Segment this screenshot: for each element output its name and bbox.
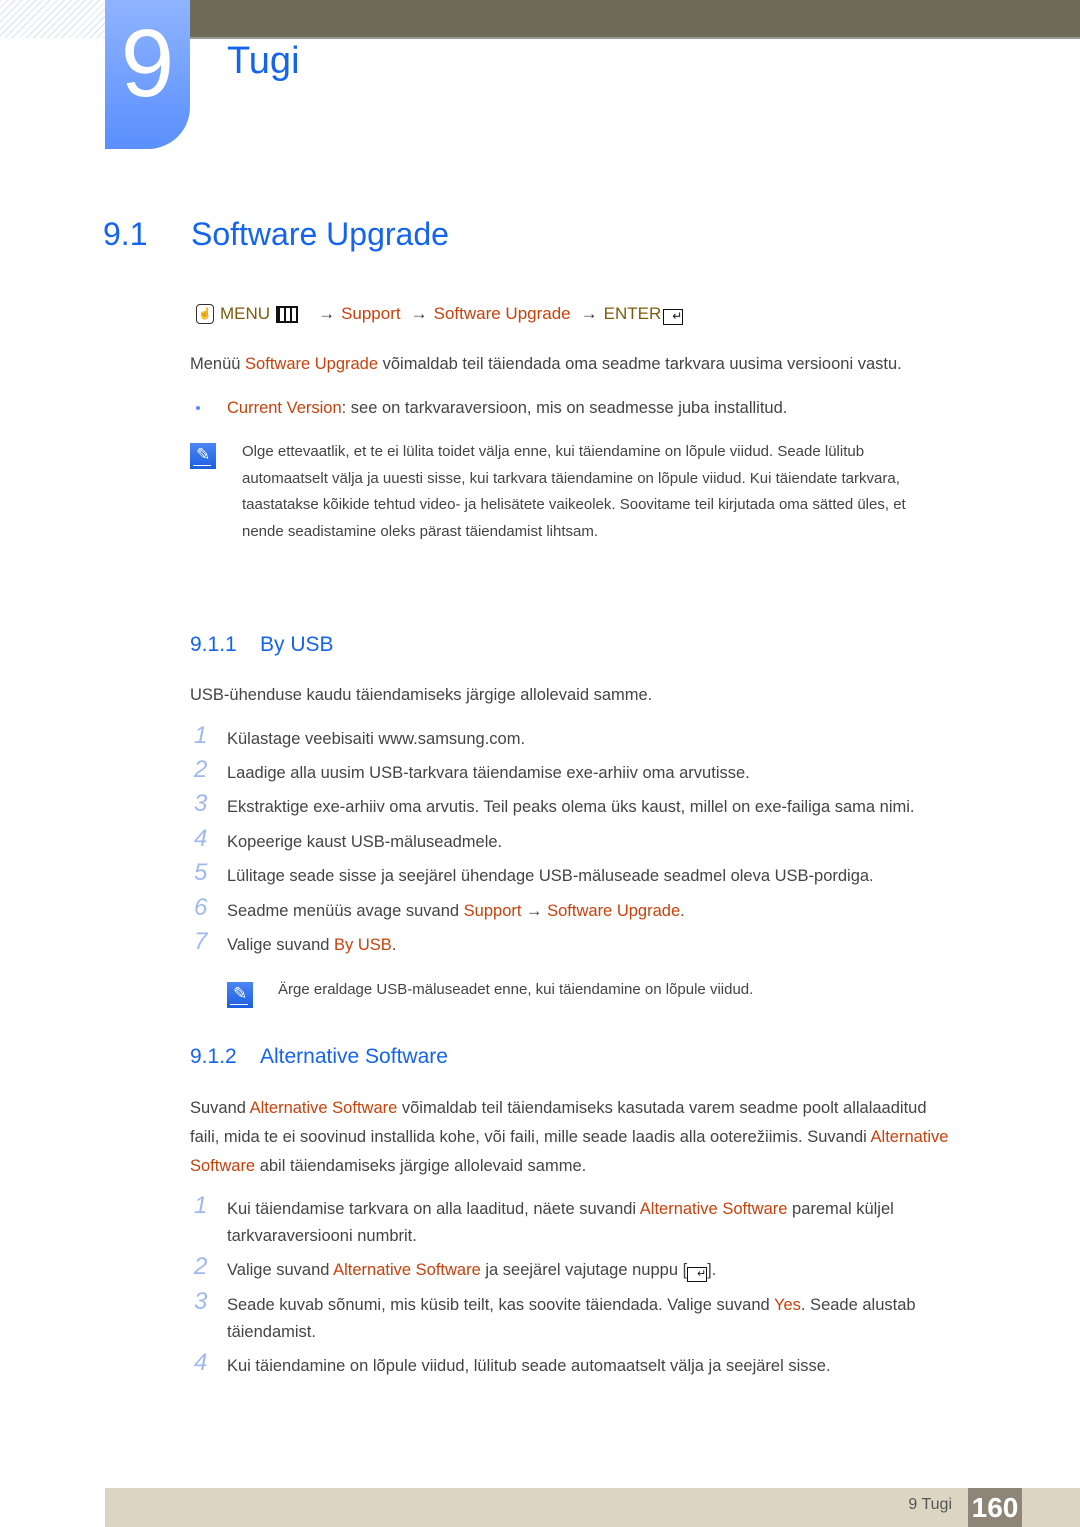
menu-path-software-upgrade: Software Upgrade — [433, 304, 571, 323]
section-title: 9.1 Software Upgrade — [103, 216, 449, 253]
step-text: Valige suvand By USB. — [227, 932, 997, 959]
chapter-number: 9 — [120, 10, 175, 117]
subsection-number: 9.1.1 — [190, 633, 237, 656]
step-text-part: ]. — [707, 1261, 717, 1279]
highlight: Alternative — [870, 1128, 949, 1146]
step-text-line2: tarkvaraversiooni numbrit. — [227, 1227, 417, 1245]
step-text-part: ja seejärel vajutage nuppu [ — [480, 1261, 688, 1279]
arrow: → — [318, 304, 336, 323]
highlight: Alternative Software — [249, 1099, 398, 1117]
step-text-part: Kui täiendamise tarkvara on alla laaditu… — [227, 1200, 640, 1218]
note-pencil-icon — [227, 982, 253, 1008]
step-text: Laadige alla uusim USB-tarkvara täiendam… — [227, 764, 750, 782]
note-text: Olge ettevaatlik, et te ei lülita toidet… — [242, 439, 906, 545]
intro-paragraph: Menüü Software Upgrade võimaldab teil tä… — [190, 350, 902, 379]
subsection-title-alternative-software: 9.1.2 Alternative Software — [190, 1045, 448, 1069]
step-text: Kopeerige kaust USB-mäluseadmele. — [227, 833, 503, 851]
note-line: Olge ettevaatlik, et te ei lülita toidet… — [242, 443, 865, 460]
step-number: 5 — [194, 859, 208, 886]
subsection-title-by-usb: 9.1.1 By USB — [190, 633, 334, 657]
arrow: → — [580, 304, 598, 323]
intro-line: Software abil täiendamiseks järgige allo… — [190, 1152, 1000, 1181]
intro-suffix: võimaldab teil täiendada oma seadme tark… — [378, 355, 902, 373]
header-bar — [190, 0, 1080, 39]
step-number: 1 — [194, 1192, 208, 1219]
step-number: 4 — [194, 825, 208, 852]
text-part: Suvand — [190, 1099, 250, 1117]
menu-path-support: Support — [341, 304, 401, 323]
step-highlight: Software Upgrade — [547, 902, 681, 920]
page-footer: 9 Tugi — [105, 1488, 1080, 1527]
text-part: võimaldab teil täiendamiseks kasutada va… — [397, 1099, 927, 1117]
step-text: Lülitage seade sisse ja seejärel ühendag… — [227, 867, 874, 885]
step-text: Külastage veebisaiti www.samsung.com. — [227, 730, 526, 748]
chapter-title: Tugi — [227, 40, 300, 82]
subsection-number: 9.1.2 — [190, 1045, 237, 1068]
alt-software-intro: Suvand Alternative Software võimaldab te… — [190, 1094, 1000, 1181]
by-usb-note-text: Ärge eraldage USB-mäluseadet enne, kui t… — [278, 981, 754, 998]
intro-highlight: Software Upgrade — [245, 355, 379, 373]
step-text: Ekstraktige exe-arhiiv oma arvutis. Teil… — [227, 798, 915, 816]
step-text-line2: täiendamist. — [227, 1323, 316, 1341]
step-highlight: Support — [463, 902, 522, 920]
note-line: automaatselt välja ja uuesti sisse, kui … — [242, 469, 900, 487]
step-number: 7 — [194, 928, 208, 955]
intro-prefix: Menüü — [190, 355, 246, 373]
highlight: Software — [190, 1157, 256, 1175]
intro-line: Suvand Alternative Software võimaldab te… — [190, 1094, 1000, 1123]
step-text: Seadme menüüs avage suvand Support → Sof… — [227, 898, 997, 925]
section-number: 9.1 — [103, 216, 148, 252]
text-part: abil täiendamiseks järgige allolevaid sa… — [255, 1157, 587, 1175]
step-text-part: Seade kuvab sõnumi, mis küsib teilt, kas… — [227, 1296, 774, 1314]
remote-hand-icon: ☝ — [196, 304, 214, 324]
step-text: Valige suvand Alternative Software ja se… — [227, 1257, 997, 1284]
arrow: → — [521, 902, 548, 920]
arrow: → — [410, 304, 428, 323]
step-highlight: By USB — [334, 936, 392, 954]
enter-icon: ↵ — [687, 1267, 708, 1282]
chapter-tab: 9 — [105, 0, 190, 149]
text-part: faili, mida te ei soovinud installida ko… — [190, 1128, 871, 1146]
section-title-text: Software Upgrade — [191, 216, 449, 252]
menu-label: MENU — [220, 304, 271, 323]
note-line: taastatakse kõikide tehtud video- ja hel… — [242, 496, 906, 513]
step-text-part: . — [680, 902, 685, 920]
step-text-part: Valige suvand — [227, 936, 335, 954]
step-text: Seade kuvab sõnumi, mis küsib teilt, kas… — [227, 1292, 997, 1346]
menu-bars-icon — [276, 305, 299, 323]
by-usb-intro: USB-ühenduse kaudu täiendamiseks järgige… — [190, 686, 653, 704]
subsection-title-text: By USB — [260, 633, 334, 656]
step-number: 2 — [194, 756, 208, 783]
step-highlight: Alternative Software — [333, 1261, 481, 1279]
step-number: 3 — [194, 790, 208, 817]
step-highlight: Alternative Software — [639, 1200, 788, 1218]
bullet-icon — [196, 406, 200, 410]
step-number: 3 — [194, 1288, 208, 1315]
step-number: 4 — [194, 1349, 208, 1376]
enter-label: ENTER — [603, 304, 662, 323]
note-line: nende seadistamine oleks pärast täiendam… — [242, 522, 599, 540]
header-hatch-pattern — [0, 0, 105, 38]
intro-line: faili, mida te ei soovinud installida ko… — [190, 1123, 1000, 1152]
subsection-title-text: Alternative Software — [260, 1045, 448, 1068]
step-text-part: Valige suvand — [227, 1261, 334, 1279]
step-text: Kui täiendamine on lõpule viidud, lülitu… — [227, 1357, 831, 1375]
step-text-part: paremal küljel — [787, 1200, 894, 1218]
step-number: 6 — [194, 894, 208, 921]
footer-chapter-label: 9 Tugi — [908, 1496, 952, 1513]
page-number: 160 — [968, 1488, 1022, 1527]
menu-path: ☝ MENU → Support → Software Upgrade → EN… — [196, 303, 684, 325]
step-text-part: . Seade alustab — [800, 1296, 916, 1314]
bullet-item: Current Version: see on tarkvaraversioon… — [227, 394, 787, 423]
step-text: Kui täiendamise tarkvara on alla laaditu… — [227, 1196, 997, 1250]
bullet-highlight: Current Version — [227, 399, 342, 417]
bullet-text: : see on tarkvaraversioon, mis on seadme… — [341, 399, 788, 417]
note-pencil-icon — [190, 443, 216, 469]
enter-icon: ↵ — [663, 309, 684, 325]
step-text-part: Seadme menüüs avage suvand — [227, 902, 464, 920]
step-highlight: Yes — [773, 1296, 801, 1314]
step-number: 2 — [194, 1253, 208, 1280]
step-number: 1 — [194, 722, 208, 749]
step-text-part: . — [391, 936, 397, 954]
